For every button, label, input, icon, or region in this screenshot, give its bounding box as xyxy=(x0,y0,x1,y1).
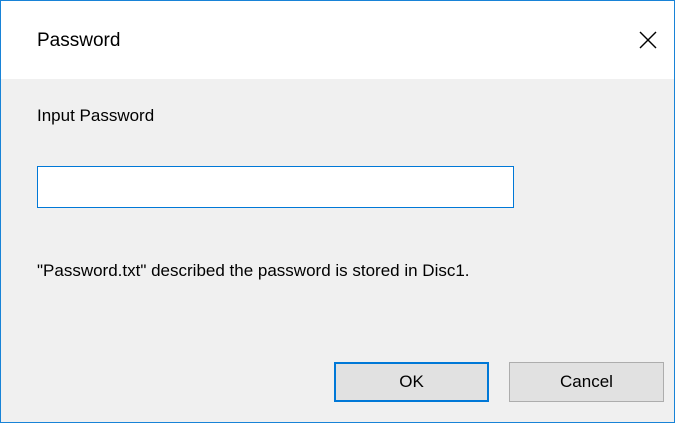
window-title: Password xyxy=(37,30,121,51)
ok-button[interactable]: OK xyxy=(334,362,489,402)
cancel-button[interactable]: Cancel xyxy=(509,362,664,402)
title-bar: Password xyxy=(1,1,674,79)
close-button[interactable] xyxy=(622,1,674,79)
password-dialog: Password Input Password "Password.txt" d… xyxy=(0,0,675,423)
dialog-body: Input Password "Password.txt" described … xyxy=(1,79,674,422)
password-prompt-label: Input Password xyxy=(37,106,155,125)
password-hint-text: "Password.txt" described the password is… xyxy=(37,261,470,280)
close-icon xyxy=(638,30,658,50)
password-input[interactable] xyxy=(37,166,514,208)
